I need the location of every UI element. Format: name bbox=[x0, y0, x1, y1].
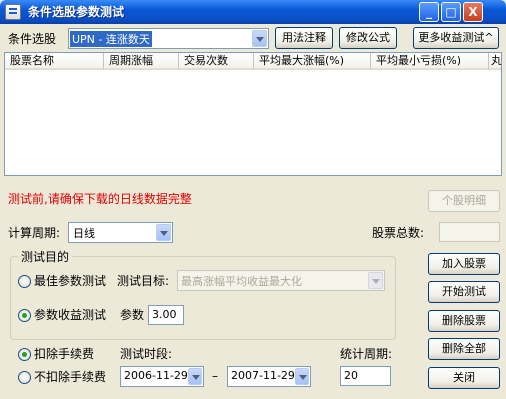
target-select[interactable]: 最高涨幅平均收益最大化 bbox=[177, 270, 385, 291]
test-goal-title: 测试目的 bbox=[18, 249, 73, 265]
test-period-label: 测试时段: bbox=[120, 347, 173, 361]
stock-detail-button[interactable]: 个股明细 bbox=[428, 190, 500, 212]
target-value: 最高涨幅平均收益最大化 bbox=[181, 275, 302, 288]
end-date-value: 2007-11-29 bbox=[231, 369, 295, 382]
add-stock-button[interactable]: 加入股票 bbox=[428, 253, 500, 275]
deduct-fee-label[interactable]: 扣除手续费 bbox=[34, 346, 94, 362]
best-param-radio[interactable] bbox=[18, 275, 31, 288]
app-icon bbox=[5, 4, 21, 20]
column-period-gain[interactable]: 周期涨幅 bbox=[104, 53, 179, 70]
column-trade-count[interactable]: 交易次数 bbox=[179, 53, 254, 70]
deduct-fee-radio[interactable] bbox=[18, 348, 31, 361]
start-test-button[interactable]: 开始测试 bbox=[428, 281, 500, 303]
chevron-down-icon[interactable] bbox=[295, 368, 309, 385]
no-deduct-fee-label[interactable]: 不扣除手续费 bbox=[34, 369, 106, 385]
column-avg-max-gain[interactable]: 平均最大涨幅(%) bbox=[254, 53, 371, 70]
date-dash: – bbox=[212, 369, 218, 383]
column-avg-min-loss[interactable]: 平均最小亏损(%) bbox=[371, 53, 489, 70]
stat-period-input[interactable]: 20 bbox=[340, 366, 391, 386]
test-goal-group bbox=[10, 256, 396, 340]
return-test-label[interactable]: 参数收益测试 bbox=[34, 307, 106, 323]
modify-formula-button[interactable]: 修改公式 bbox=[339, 27, 397, 49]
total-label: 股票总数: bbox=[372, 226, 425, 240]
target-label: 测试目标: bbox=[117, 274, 170, 288]
results-table[interactable]: 股票名称 周期涨幅 交易次数 平均最大涨幅(%) 平均最小亏损(%) 丸 bbox=[4, 52, 502, 176]
param-input[interactable]: 3.00 bbox=[148, 305, 184, 325]
chevron-down-icon[interactable] bbox=[368, 272, 383, 289]
period-select[interactable]: 日线 bbox=[68, 222, 173, 243]
more-tests-button[interactable]: 更多收益测试^ bbox=[413, 27, 499, 49]
column-truncated[interactable]: 丸 bbox=[489, 53, 501, 70]
delete-all-button[interactable]: 删除全部 bbox=[428, 338, 500, 360]
maximize-button[interactable]: □ bbox=[441, 2, 461, 22]
warning-text: 测试前,请确保下载的日线数据完整 bbox=[8, 192, 192, 206]
return-test-radio[interactable] bbox=[18, 309, 31, 322]
chevron-down-icon[interactable] bbox=[188, 368, 202, 385]
no-deduct-fee-radio[interactable] bbox=[18, 371, 31, 384]
start-date-value: 2006-11-29 bbox=[124, 369, 188, 382]
period-label: 计算周期: bbox=[8, 226, 61, 240]
delete-stock-button[interactable]: 删除股票 bbox=[428, 310, 500, 332]
close-window-button[interactable]: X bbox=[463, 2, 483, 22]
close-button[interactable]: 关闭 bbox=[428, 367, 500, 389]
param-label: 参数 bbox=[120, 308, 145, 322]
usage-notes-button[interactable]: 用法注释 bbox=[275, 27, 333, 49]
best-param-label[interactable]: 最佳参数测试 bbox=[34, 273, 106, 289]
minimize-button[interactable]: _ bbox=[419, 2, 439, 22]
stat-period-label: 统计周期: bbox=[340, 347, 393, 361]
start-date-picker[interactable]: 2006-11-29 bbox=[120, 366, 204, 387]
period-value: 日线 bbox=[73, 227, 95, 240]
window-title: 条件选股参数测试 bbox=[28, 5, 125, 19]
formula-value: UPN - 连涨数天 bbox=[70, 31, 152, 47]
column-stock-name[interactable]: 股票名称 bbox=[5, 53, 104, 70]
condition-label: 条件选股 bbox=[8, 32, 57, 46]
end-date-picker[interactable]: 2007-11-29 bbox=[227, 366, 311, 387]
formula-select[interactable]: UPN - 连涨数天 bbox=[68, 28, 269, 49]
chevron-down-icon[interactable] bbox=[252, 30, 267, 47]
chevron-down-icon[interactable] bbox=[156, 224, 171, 241]
total-field bbox=[439, 222, 500, 242]
